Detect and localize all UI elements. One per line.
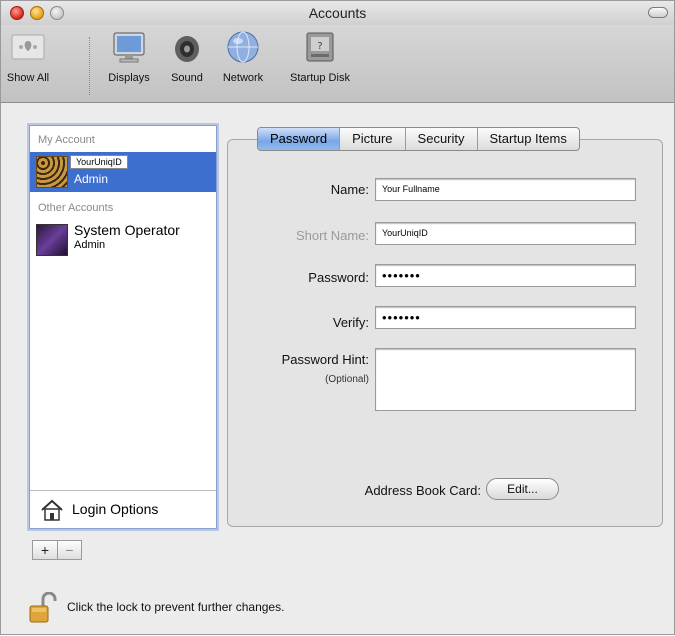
account-name: System Operator: [74, 222, 180, 238]
disk-icon: ?: [306, 32, 334, 62]
toolbar-separator: [89, 37, 90, 95]
window-title: Accounts: [308, 5, 367, 21]
toolbar-toggle-button[interactable]: [648, 7, 668, 18]
toolbar-label: Sound: [171, 72, 203, 84]
lock-message: Click the lock to prevent further change…: [67, 600, 285, 614]
edit-button[interactable]: Edit...: [486, 478, 559, 500]
tab-bar: Password Picture Security Startup Items: [257, 127, 580, 151]
toolbar: Show All Displays Sound Network ? Startu…: [1, 25, 674, 103]
tab-security[interactable]: Security: [404, 128, 477, 150]
remove-account-button[interactable]: −: [57, 541, 81, 559]
tab-password[interactable]: Password: [258, 128, 340, 150]
toolbar-network[interactable]: Network: [215, 29, 271, 84]
toolbar-label: Show All: [6, 72, 50, 84]
tab-startup-items[interactable]: Startup Items: [476, 128, 579, 150]
lock-icon[interactable]: [29, 592, 57, 624]
house-icon: [41, 499, 63, 521]
short-name-field[interactable]: YourUniqID: [375, 222, 636, 245]
display-icon: [113, 32, 145, 63]
password-hint-label: Password Hint:: [281, 352, 369, 367]
short-name-label: Short Name:: [296, 228, 369, 243]
content-area: My Account YourUniqID Admin Other Accoun…: [1, 103, 674, 636]
toolbar-show-all[interactable]: Show All: [5, 29, 51, 84]
avatar: [36, 224, 68, 256]
toolbar-label: Network: [222, 72, 264, 84]
password-hint-field[interactable]: [375, 348, 636, 411]
globe-icon: [227, 31, 259, 63]
title-bar: Accounts: [1, 1, 674, 25]
address-book-label: Address Book Card:: [364, 483, 481, 498]
add-remove-controls: + −: [32, 540, 82, 560]
my-account-label: My Account: [38, 134, 95, 146]
apple-grid-icon: [11, 34, 45, 60]
password-hint-optional: (Optional): [325, 374, 369, 385]
name-field[interactable]: Your Fullname: [375, 178, 636, 201]
password-label: Password:: [308, 270, 369, 285]
name-label: Name:: [330, 182, 369, 197]
toolbar-displays[interactable]: Displays: [101, 29, 157, 84]
account-row-selected[interactable]: YourUniqID Admin: [30, 152, 216, 192]
account-role: Admin: [74, 172, 109, 186]
toolbar-startup-disk[interactable]: ? Startup Disk: [279, 29, 361, 84]
tab-picture[interactable]: Picture: [339, 128, 404, 150]
toolbar-label: Displays: [108, 72, 150, 84]
toolbar-label: Startup Disk: [290, 72, 350, 84]
preferences-window: Accounts Show All Displays Sound Network…: [0, 0, 675, 635]
toolbar-sound[interactable]: Sound: [165, 29, 209, 84]
speaker-icon: [175, 36, 199, 62]
account-row[interactable]: System Operator Admin: [30, 222, 216, 260]
verify-label: Verify:: [332, 315, 369, 330]
login-options-label: Login Options: [72, 501, 159, 517]
accounts-list: My Account YourUniqID Admin Other Accoun…: [29, 125, 217, 529]
account-role: Admin: [74, 239, 106, 251]
other-accounts-label: Other Accounts: [38, 202, 114, 214]
add-account-button[interactable]: +: [33, 541, 57, 559]
verify-field[interactable]: •••••••: [375, 306, 636, 329]
account-name-editing[interactable]: YourUniqID: [70, 155, 128, 169]
leopard-avatar: [36, 156, 68, 188]
password-field[interactable]: •••••••: [375, 264, 636, 287]
login-options-button[interactable]: Login Options: [30, 490, 216, 528]
svg-text:?: ?: [317, 41, 322, 52]
